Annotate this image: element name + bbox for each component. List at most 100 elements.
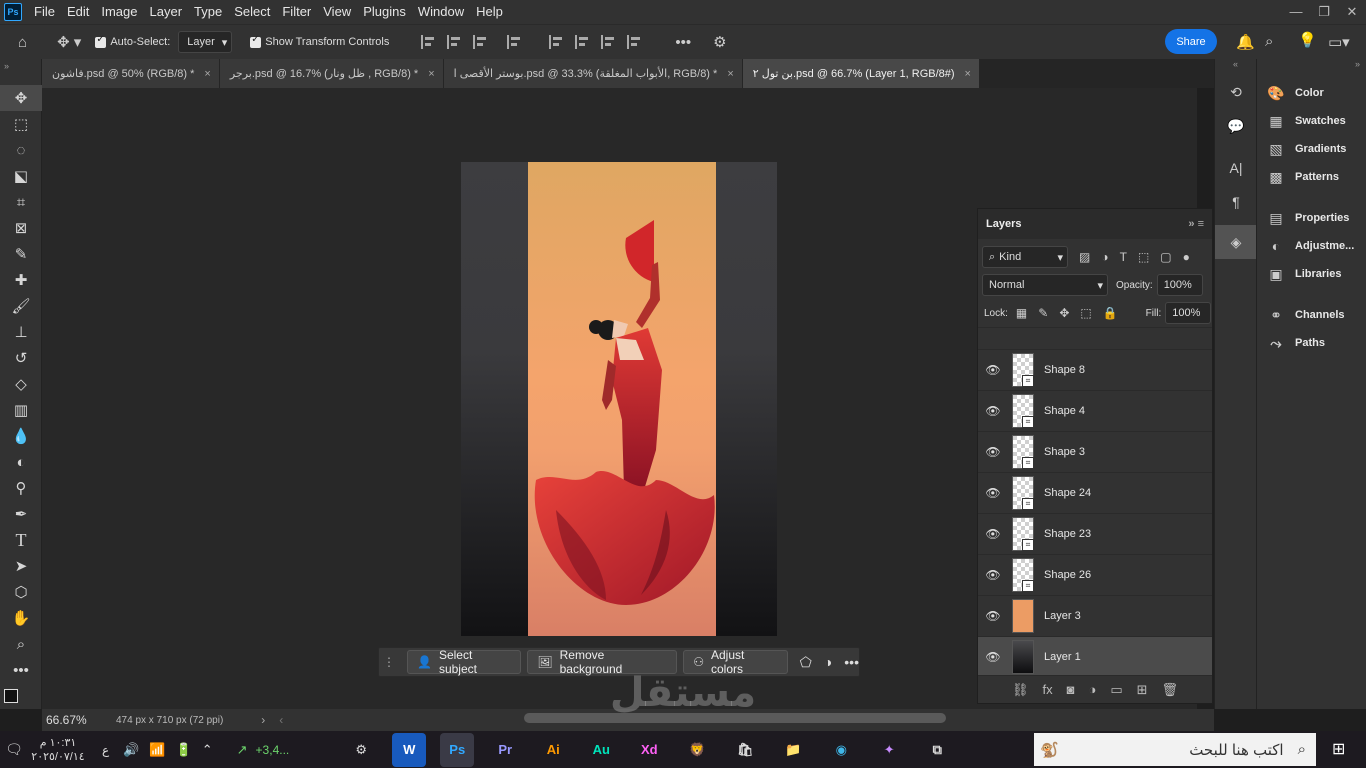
filter-adjustment-icon[interactable]: ◑	[1101, 250, 1108, 264]
visibility-eye-icon[interactable]: 👁	[978, 527, 1008, 541]
more-tools-icon[interactable]: •••	[0, 657, 42, 683]
sponge-tool-icon[interactable]: ⚲	[0, 475, 42, 501]
healing-brush-icon[interactable]: ✚	[0, 267, 42, 293]
path-select-tool-icon[interactable]: ➤	[0, 553, 42, 579]
panel-libraries[interactable]: ▣ Libraries	[1257, 260, 1366, 288]
marquee-tool-icon[interactable]: ⬚	[0, 111, 42, 137]
scroll-left-icon[interactable]: ‹	[279, 713, 283, 727]
panel-gradients[interactable]: ▧ Gradients	[1257, 135, 1366, 163]
hand-tool-icon[interactable]: ✋	[0, 605, 42, 631]
history-icon[interactable]: ⟲	[1215, 75, 1257, 109]
zoom-tool-icon[interactable]: ⌕	[0, 631, 42, 657]
layer-name[interactable]: Layer 1	[1044, 651, 1081, 663]
opacity-input[interactable]: 100%	[1156, 274, 1203, 296]
layer-row[interactable]: 👁 ⌗ Shape 24	[978, 472, 1212, 513]
panel-paths[interactable]: ⤳ Paths	[1257, 329, 1366, 357]
clock[interactable]: ١٠:٣١ م ٢٠٢٥/٠٧/١٤	[28, 736, 88, 764]
more-options-icon[interactable]: •••	[844, 654, 859, 670]
crop-tool-icon[interactable]: ⌗	[0, 189, 42, 215]
filter-toggle-icon[interactable]: ●	[1183, 250, 1190, 264]
history-brush-icon[interactable]: ↺	[0, 345, 42, 371]
more-options-icon[interactable]: •••	[667, 34, 699, 51]
collapse-toolbar-icon[interactable]: »	[0, 59, 41, 85]
store-app-icon[interactable]: 🛍	[728, 733, 762, 767]
panel-menu-icon[interactable]: » ≡	[1188, 218, 1204, 230]
premiere-app-icon[interactable]: Pr	[488, 733, 522, 767]
fx-icon[interactable]: fx	[1042, 682, 1052, 697]
illustrator-app-icon[interactable]: Ai	[536, 733, 570, 767]
eyedropper-tool-icon[interactable]: ✎	[0, 241, 42, 267]
select-subject-button[interactable]: 👤 Select subject	[407, 648, 522, 676]
close-tab-icon[interactable]: ×	[204, 68, 210, 80]
stock-widget[interactable]: +3,4...	[256, 743, 290, 757]
windows-start-icon[interactable]: ⊞	[1332, 739, 1345, 759]
collapse-panels-icon[interactable]: »	[1257, 59, 1366, 79]
file-explorer-icon[interactable]: 📁	[776, 733, 810, 767]
drag-handle-icon[interactable]: ⋮	[383, 655, 395, 669]
volume-icon[interactable]: 🔊	[123, 742, 139, 758]
foreground-color-swatch[interactable]	[4, 689, 18, 703]
search-input[interactable]: 🐒 اكتب هنا للبحث ⌕	[1034, 733, 1316, 766]
move-tool-preset-icon[interactable]: ✥ ▾	[49, 33, 89, 51]
lock-artboard-icon[interactable]: ⬚	[1080, 306, 1091, 320]
layer-row[interactable]: 👁 ⌗ Shape 8	[978, 349, 1212, 390]
workspace-icon[interactable]: ▭▾	[1320, 33, 1358, 51]
close-tab-icon[interactable]: ×	[965, 68, 971, 80]
auto-select-checkbox[interactable]: Auto-Select:	[95, 34, 170, 48]
layer-row[interactable]: 👁 ⌗ Shape 4	[978, 390, 1212, 431]
new-layer-icon[interactable]: ⊞	[1137, 682, 1148, 698]
lock-all-icon[interactable]: 🔒	[1103, 306, 1118, 320]
settings-app-icon[interactable]: ⚙	[344, 733, 378, 767]
close-tab-icon[interactable]: ×	[727, 68, 733, 80]
align-bottom-icon[interactable]	[601, 35, 615, 49]
filter-pixel-icon[interactable]: ▨	[1079, 250, 1090, 264]
blend-mode-dropdown[interactable]: Normal ▾	[982, 274, 1108, 296]
layer-row[interactable]: 👁 ⌗ Shape 23	[978, 513, 1212, 554]
menu-view[interactable]: View	[317, 0, 357, 24]
panel-properties[interactable]: ▤ Properties	[1257, 204, 1366, 232]
layer-filter-dropdown[interactable]: ⌕ Kind ▾	[982, 246, 1068, 268]
lasso-tool-icon[interactable]: ◌	[0, 137, 42, 163]
filter-type-icon[interactable]: T	[1120, 250, 1127, 264]
panel-adjustments[interactable]: ◐ Adjustme...	[1257, 232, 1366, 260]
layer-name[interactable]: Shape 26	[1044, 569, 1091, 581]
panel-swatches[interactable]: ▦ Swatches	[1257, 107, 1366, 135]
xd-app-icon[interactable]: Xd	[632, 733, 666, 767]
close-icon[interactable]: ✕	[1338, 4, 1366, 20]
distribute-vertical-icon[interactable]	[627, 35, 641, 49]
panel-color[interactable]: 🎨 Color	[1257, 79, 1366, 107]
align-right-icon[interactable]	[473, 35, 487, 49]
panel-channels[interactable]: ⚭ Channels	[1257, 301, 1366, 329]
eraser-tool-icon[interactable]: ◇	[0, 371, 42, 397]
layer-name[interactable]: Layer 3	[1044, 610, 1081, 622]
visibility-eye-icon[interactable]: 👁	[978, 363, 1008, 377]
stamp-tool-icon[interactable]: ⊥	[0, 319, 42, 345]
visibility-eye-icon[interactable]: 👁	[978, 650, 1008, 664]
tab-burger[interactable]: برجر.psd @ 16.7% (ظل ونار , RGB/8) * ×	[219, 59, 444, 88]
audition-app-icon[interactable]: Au	[584, 733, 618, 767]
panel-patterns[interactable]: ▩ Patterns	[1257, 163, 1366, 191]
object-select-tool-icon[interactable]: ⬕	[0, 163, 42, 189]
lock-transparency-icon[interactable]: ▦	[1016, 306, 1027, 320]
type-tool-icon[interactable]: T	[0, 527, 42, 553]
gradient-tool-icon[interactable]: ▥	[0, 397, 42, 423]
zoom-level[interactable]: 66.67%	[42, 713, 110, 727]
link-layers-icon[interactable]: ⛓	[1012, 682, 1029, 698]
layers-icon[interactable]: ◈	[1215, 225, 1257, 259]
visibility-eye-icon[interactable]: 👁	[978, 404, 1008, 418]
layer-row[interactable]: 👁 Layer 3	[978, 595, 1212, 636]
layer-name[interactable]: Shape 3	[1044, 446, 1085, 458]
shape-tool-icon[interactable]: ⬡	[0, 579, 42, 605]
notifications-icon[interactable]: 🗨	[0, 741, 28, 758]
auto-select-dropdown[interactable]: Layer ▾	[178, 31, 233, 53]
layer-name[interactable]: Shape 4	[1044, 405, 1085, 417]
menu-plugins[interactable]: Plugins	[357, 0, 412, 24]
new-adjustment-icon[interactable]: ◑	[1088, 682, 1096, 697]
lock-pixels-icon[interactable]: ✎	[1038, 306, 1048, 320]
visibility-eye-icon[interactable]: 👁	[978, 486, 1008, 500]
visibility-eye-icon[interactable]: 👁	[978, 568, 1008, 582]
menu-edit[interactable]: Edit	[61, 0, 95, 24]
paragraph-icon[interactable]: ¶	[1215, 185, 1257, 219]
menu-image[interactable]: Image	[95, 0, 143, 24]
word-app-icon[interactable]: W	[392, 732, 427, 767]
